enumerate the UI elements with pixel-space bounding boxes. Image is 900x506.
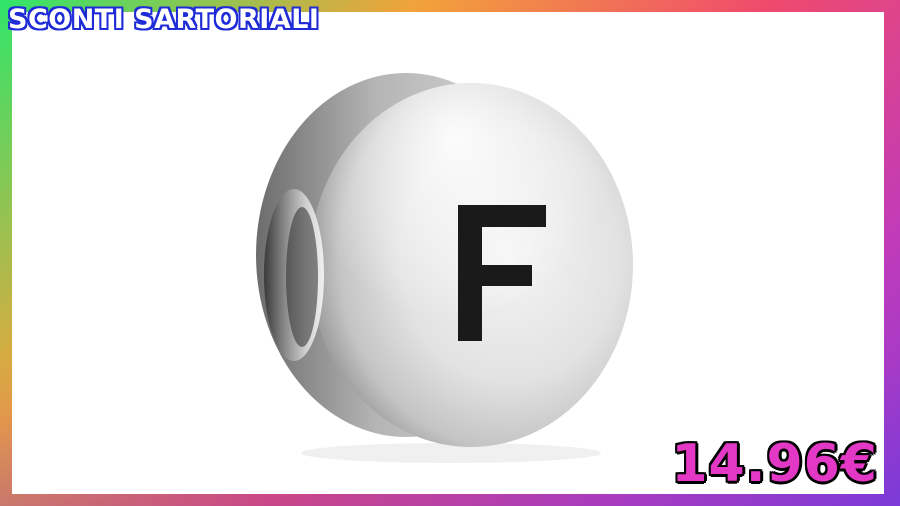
product-shadow: [301, 443, 601, 463]
product-image[interactable]: [246, 55, 636, 465]
brand-title: SCONTI SARTORIALI: [8, 4, 320, 35]
price-tag: 14.96€: [671, 434, 878, 494]
